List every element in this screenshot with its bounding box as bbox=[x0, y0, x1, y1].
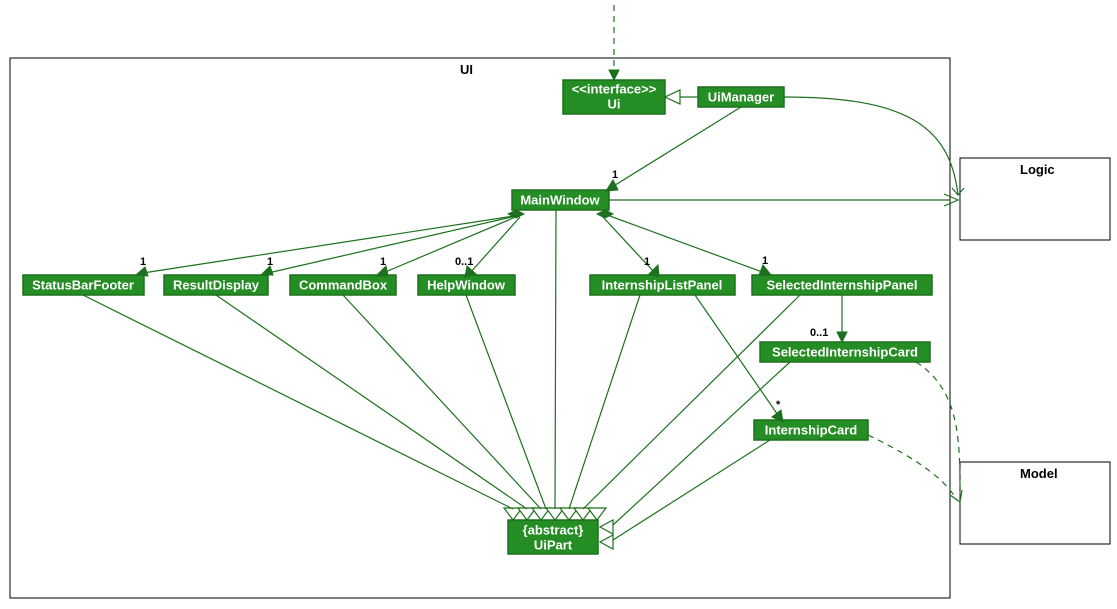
ui-interface-stereotype: <<interface>> bbox=[572, 81, 657, 96]
class-ui-interface: <<interface>> Ui bbox=[563, 80, 665, 114]
ui-part-name: UiPart bbox=[534, 537, 573, 552]
class-ui-part: {abstract} UiPart bbox=[508, 520, 598, 554]
package-ui-label: UI bbox=[460, 62, 473, 77]
package-ui-frame bbox=[10, 58, 950, 598]
class-selected-internship-card: SelectedInternshipCard bbox=[760, 342, 930, 362]
mult-sic: 0..1 bbox=[810, 327, 828, 339]
mult-helpwindow: 0..1 bbox=[455, 256, 473, 268]
class-command-box: CommandBox bbox=[290, 275, 396, 295]
ui-interface-name: Ui bbox=[608, 96, 621, 111]
mult-resultdisplay: 1 bbox=[267, 256, 273, 268]
mult-statusbar: 1 bbox=[140, 256, 146, 268]
internship-list-panel-label: InternshipListPanel bbox=[602, 277, 723, 292]
selected-internship-panel-label: SelectedInternshipPanel bbox=[767, 277, 918, 292]
class-ui-manager: UiManager bbox=[698, 87, 784, 107]
selected-internship-card-label: SelectedInternshipCard bbox=[772, 344, 918, 359]
command-box-label: CommandBox bbox=[299, 277, 388, 292]
class-main-window: MainWindow bbox=[512, 190, 609, 210]
class-internship-card: InternshipCard bbox=[754, 420, 868, 440]
help-window-label: HelpWindow bbox=[427, 277, 506, 292]
ui-part-stereotype: {abstract} bbox=[523, 522, 584, 537]
mult-ic: * bbox=[776, 399, 781, 411]
class-selected-internship-panel: SelectedInternshipPanel bbox=[752, 275, 932, 295]
uml-class-diagram: UI Logic Model <<interface>> Ui UiManage… bbox=[0, 0, 1117, 609]
package-logic-label: Logic bbox=[1020, 162, 1055, 177]
mult-commandbox: 1 bbox=[380, 256, 386, 268]
result-display-label: ResultDisplay bbox=[173, 277, 260, 292]
class-result-display: ResultDisplay bbox=[164, 275, 268, 295]
mult-ilp: 1 bbox=[644, 256, 650, 268]
class-internship-list-panel: InternshipListPanel bbox=[590, 275, 735, 295]
package-model-label: Model bbox=[1020, 466, 1058, 481]
class-status-bar-footer: StatusBarFooter bbox=[23, 275, 144, 295]
status-bar-footer-label: StatusBarFooter bbox=[32, 277, 134, 292]
mult-mainwindow: 1 bbox=[612, 169, 618, 181]
internship-card-label: InternshipCard bbox=[765, 422, 858, 437]
class-help-window: HelpWindow bbox=[418, 275, 515, 295]
main-window-label: MainWindow bbox=[520, 192, 600, 207]
ui-manager-label: UiManager bbox=[708, 89, 774, 104]
mult-sip: 1 bbox=[762, 255, 768, 267]
